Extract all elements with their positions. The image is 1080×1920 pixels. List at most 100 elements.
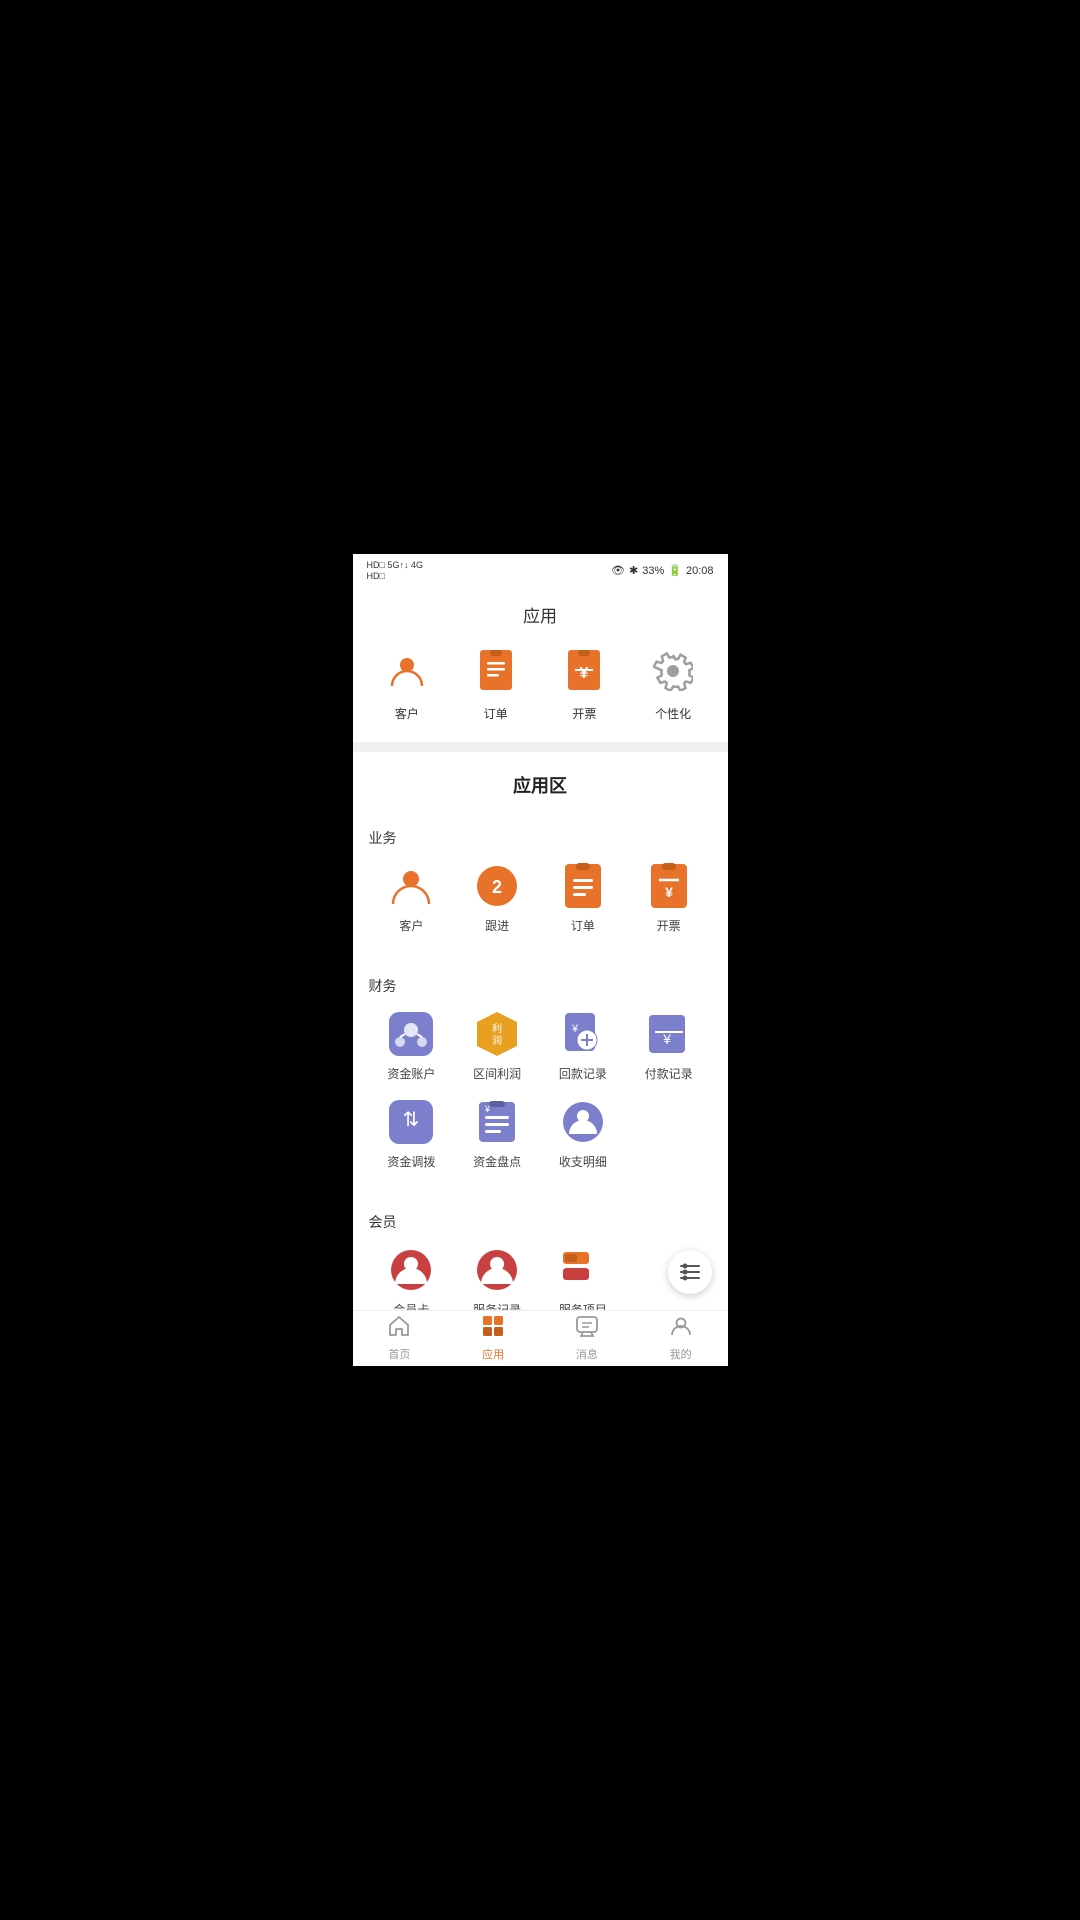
- mem-card-icon: [387, 1246, 435, 1294]
- nav-home[interactable]: 首页: [353, 1311, 447, 1366]
- section-divider: [353, 742, 728, 752]
- status-bar: HD□ 5G↑↓ 4G HD□ 👁 ✱ 33% 🔋 20:08: [353, 554, 728, 586]
- svg-text:¥: ¥: [484, 1104, 491, 1114]
- biz-customer[interactable]: 客户: [369, 862, 455, 934]
- top-app-order[interactable]: 订单: [461, 645, 531, 722]
- fin-payment-record[interactable]: ¥ 回款记录: [540, 1010, 626, 1082]
- fin-fund-transfer-label: 资金调拨: [387, 1153, 435, 1170]
- home-icon: [388, 1315, 410, 1343]
- fin-fund-check-label: 资金盘点: [473, 1153, 521, 1170]
- fin-payment-record-icon: ¥: [559, 1010, 607, 1058]
- biz-customer-label: 客户: [399, 917, 423, 934]
- fin-fund-transfer-icon: ⇅: [387, 1098, 435, 1146]
- biz-customer-icon: [387, 862, 435, 910]
- biz-order-label: 订单: [571, 917, 595, 934]
- status-indicators: 👁 ✱ 33% 🔋 20:08: [611, 564, 713, 577]
- category-member-label: 会员: [369, 1212, 712, 1232]
- fin-fund-transfer[interactable]: ⇅ 资金调拨: [369, 1098, 455, 1170]
- mem-service-item[interactable]: 服务项目: [540, 1246, 626, 1310]
- biz-follow-label: 跟进: [485, 917, 509, 934]
- battery-icon: 🔋: [668, 564, 682, 577]
- apps-icon: [482, 1315, 504, 1343]
- nav-apps-label: 应用: [482, 1346, 504, 1362]
- nav-message[interactable]: 消息: [540, 1311, 634, 1366]
- business-grid: 客户 2 跟进: [369, 862, 712, 950]
- profile-icon: [670, 1315, 692, 1343]
- svg-text:⇅: ⇅: [403, 1109, 420, 1131]
- mem-card[interactable]: 会员卡: [369, 1246, 455, 1310]
- network-info: HD□ 5G↑↓ 4G HD□: [367, 560, 423, 582]
- fin-fund-check[interactable]: ¥ 资金盘点: [454, 1098, 540, 1170]
- category-member: 会员 会员卡: [353, 1202, 728, 1310]
- top-apps-grid: 客户 订单: [353, 645, 728, 722]
- bluetooth-icon: ✱: [629, 564, 638, 577]
- message-icon: [576, 1315, 598, 1343]
- mem-card-label: 会员卡: [393, 1301, 429, 1310]
- mem-service-item-icon: [559, 1246, 607, 1294]
- fin-income-detail-icon: [559, 1098, 607, 1146]
- category-business: 业务 客户: [353, 818, 728, 966]
- nav-profile-label: 我的: [670, 1346, 692, 1362]
- fin-profit[interactable]: 利 润 区间利润: [454, 1010, 540, 1082]
- svg-text:¥: ¥: [571, 1023, 579, 1035]
- category-finance: 财务: [353, 966, 728, 1202]
- fin-income-detail-label: 收支明细: [559, 1153, 607, 1170]
- app-zone-title: 应用区: [353, 772, 728, 798]
- top-app-settings[interactable]: 个性化: [638, 645, 708, 722]
- fin-pay-record-label: 付款记录: [645, 1065, 693, 1082]
- top-app-invoice[interactable]: ¥ 开票: [549, 645, 619, 722]
- order-icon: [470, 645, 522, 697]
- bottom-nav: 首页 应用 消息: [353, 1310, 728, 1366]
- nav-message-label: 消息: [576, 1346, 598, 1362]
- biz-order[interactable]: 订单: [540, 862, 626, 934]
- top-app-customer[interactable]: 客户: [372, 645, 442, 722]
- fin-fund-account-label: 资金账户: [387, 1065, 435, 1082]
- top-apps-section: 应用 客户: [353, 586, 728, 742]
- settings-icon: [647, 645, 699, 697]
- svg-text:¥: ¥: [580, 665, 589, 682]
- customer-icon: [381, 645, 433, 697]
- top-app-settings-label: 个性化: [655, 705, 691, 722]
- mem-service-record-icon: [473, 1246, 521, 1294]
- mem-service-record[interactable]: 服务记录: [454, 1246, 540, 1310]
- fab-button[interactable]: [668, 1250, 712, 1294]
- category-business-label: 业务: [369, 828, 712, 848]
- fin-fund-account[interactable]: 资金账户: [369, 1010, 455, 1082]
- mem-service-item-label: 服务项目: [559, 1301, 607, 1310]
- battery-percent: 33%: [642, 565, 664, 577]
- fin-pay-record[interactable]: ¥ 付款记录: [626, 1010, 712, 1082]
- category-finance-label: 财务: [369, 976, 712, 996]
- member-grid: 会员卡 服务记录: [369, 1246, 712, 1310]
- finance-grid: 资金账户 利 润 区间利润: [369, 1010, 712, 1186]
- svg-text:¥: ¥: [662, 1031, 671, 1047]
- top-section-title: 应用: [353, 602, 728, 627]
- svg-text:¥: ¥: [665, 884, 673, 900]
- time: 20:08: [686, 565, 714, 577]
- app-zone: 应用区 业务 客户: [353, 752, 728, 1310]
- nav-apps[interactable]: 应用: [446, 1311, 540, 1366]
- top-app-order-label: 订单: [484, 705, 508, 722]
- biz-invoice[interactable]: ¥ 开票: [626, 862, 712, 934]
- fin-payment-record-label: 回款记录: [559, 1065, 607, 1082]
- top-app-customer-label: 客户: [395, 705, 419, 722]
- fin-pay-record-icon: ¥: [645, 1010, 693, 1058]
- top-app-invoice-label: 开票: [572, 705, 596, 722]
- svg-text:2: 2: [492, 877, 502, 897]
- fin-income-detail[interactable]: 收支明细: [540, 1098, 626, 1170]
- fin-profit-icon: 利 润: [473, 1010, 521, 1058]
- fin-fund-check-icon: ¥: [473, 1098, 521, 1146]
- biz-follow-icon: 2: [473, 862, 521, 910]
- biz-invoice-label: 开票: [657, 917, 681, 934]
- nav-home-label: 首页: [388, 1346, 410, 1362]
- svg-text:润: 润: [492, 1034, 502, 1047]
- main-scroll: 应用 客户: [353, 586, 728, 1310]
- svg-text:利: 利: [492, 1023, 502, 1035]
- biz-order-icon: [559, 862, 607, 910]
- eye-icon: 👁: [611, 564, 625, 577]
- biz-follow[interactable]: 2 跟进: [454, 862, 540, 934]
- fin-fund-account-icon: [387, 1010, 435, 1058]
- nav-profile[interactable]: 我的: [634, 1311, 728, 1366]
- invoice-icon: ¥: [558, 645, 610, 697]
- fin-profit-label: 区间利润: [473, 1065, 521, 1082]
- mem-service-record-label: 服务记录: [473, 1301, 521, 1310]
